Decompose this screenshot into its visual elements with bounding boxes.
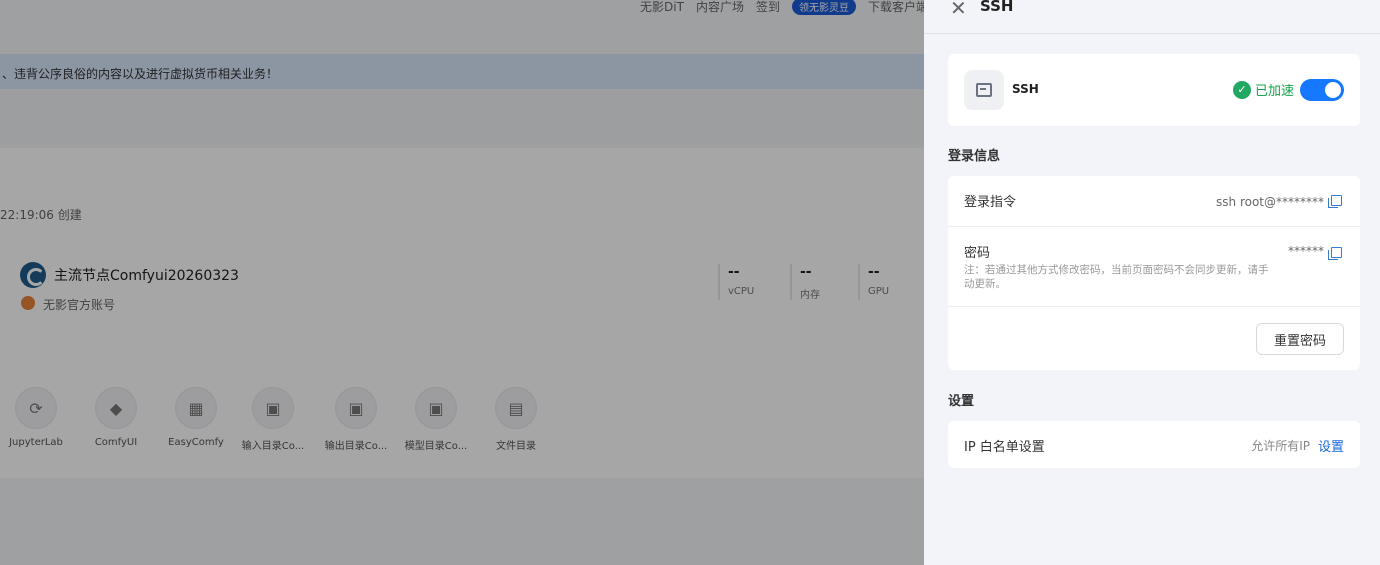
- password-note: 注：若通过其他方式修改密码，当前页面密码不会同步更新，请手动更新。: [964, 264, 1269, 290]
- login-command-label: 登录指令: [964, 195, 1017, 210]
- ssh-service-card: SSH ✓ 已加速: [948, 54, 1360, 126]
- copy-icon[interactable]: [1328, 195, 1342, 208]
- ip-whitelist-card: IP 白名单设置 允许所有IP 设置: [948, 421, 1360, 468]
- modal-overlay[interactable]: [0, 0, 924, 565]
- ip-whitelist-value: 允许所有IP: [1251, 439, 1310, 453]
- status-text: 已加速: [1254, 84, 1294, 99]
- drawer-title: SSH: [980, 0, 1014, 15]
- check-circle-icon: ✓: [1232, 80, 1251, 99]
- settings-section-title: 设置: [948, 394, 975, 409]
- terminal-icon: [964, 70, 1004, 110]
- login-command-row: 登录指令 ssh root@********: [948, 176, 1360, 227]
- password-value: ******: [1288, 244, 1324, 258]
- copy-icon[interactable]: [1328, 247, 1342, 260]
- close-icon[interactable]: ✕: [950, 0, 967, 20]
- ip-whitelist-label: IP 白名单设置: [964, 440, 1045, 455]
- reset-password-button[interactable]: 重置密码: [1256, 323, 1344, 355]
- status-badge: ✓ 已加速: [1232, 80, 1294, 99]
- password-label: 密码: [964, 246, 991, 261]
- toggle-knob: [1325, 82, 1341, 98]
- ssh-toggle[interactable]: [1300, 79, 1344, 101]
- ip-whitelist-settings-link[interactable]: 设置: [1318, 436, 1344, 455]
- login-info-card: 登录指令 ssh root@******** 密码 ****** 注：若通过其他…: [948, 176, 1360, 370]
- ssh-label: SSH: [1012, 82, 1039, 96]
- login-command-value: ssh root@********: [1216, 195, 1324, 209]
- drawer-header: ✕ SSH: [924, 0, 1380, 34]
- ssh-drawer: ✕ SSH SSH ✓ 已加速 登录信息 登录指令 ssh root@*****…: [924, 0, 1380, 565]
- password-row: 密码 ****** 注：若通过其他方式修改密码，当前页面密码不会同步更新，请手动…: [948, 227, 1360, 307]
- login-section-title: 登录信息: [948, 149, 1001, 164]
